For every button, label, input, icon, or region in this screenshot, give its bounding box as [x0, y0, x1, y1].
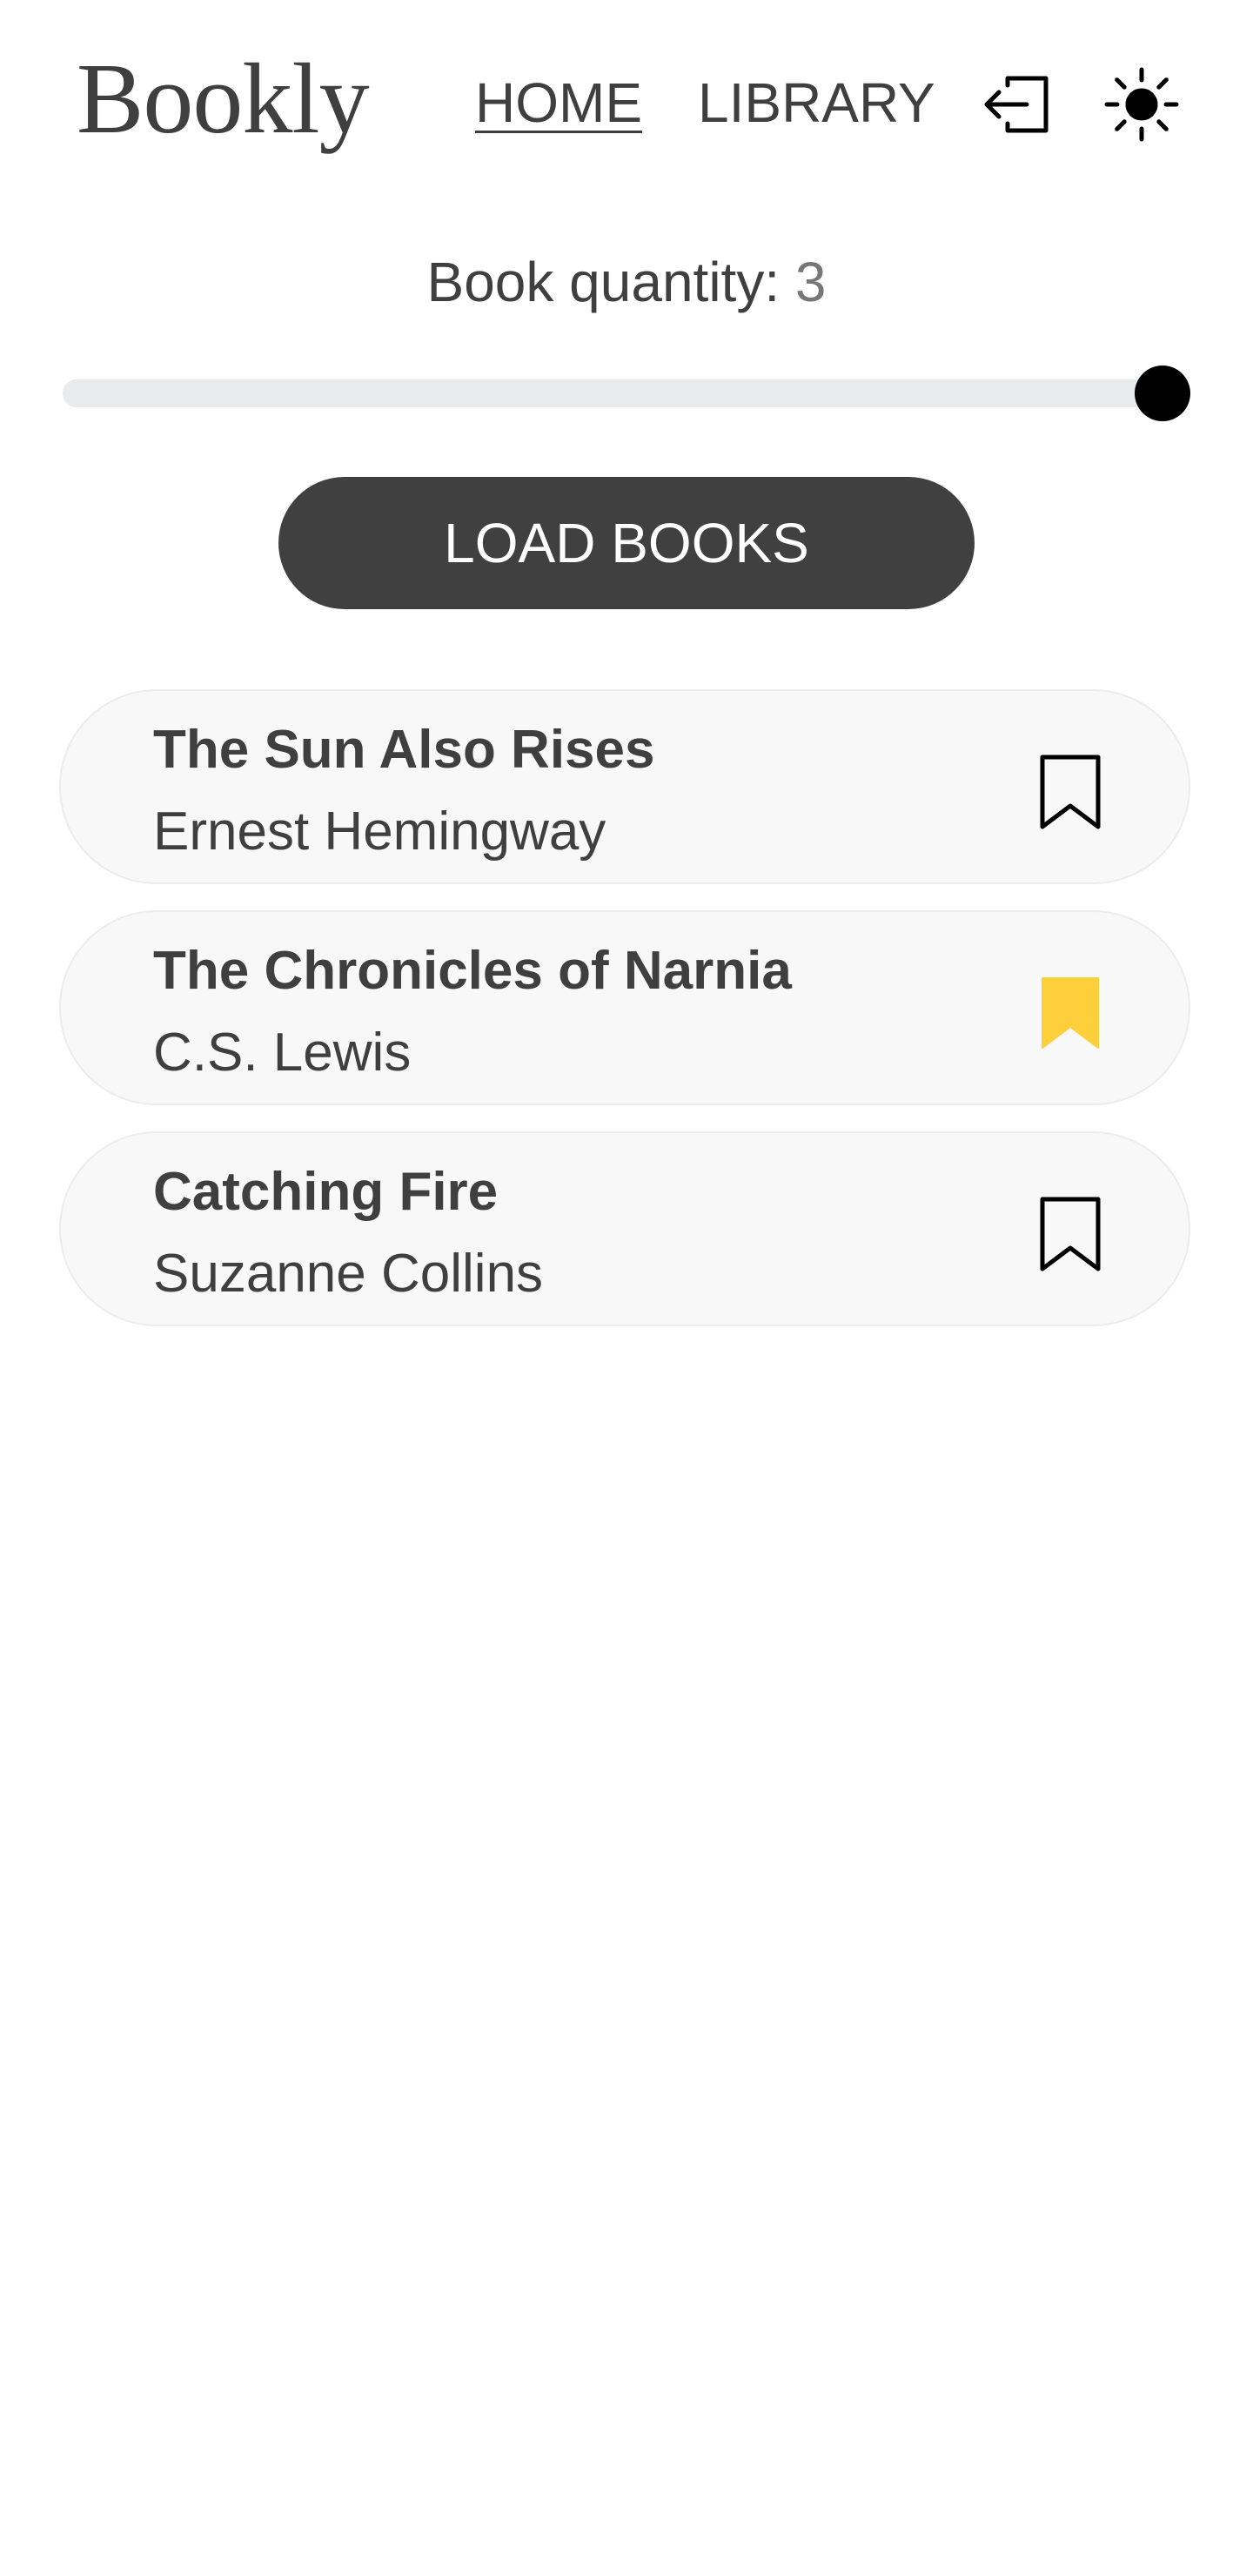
- app-logo[interactable]: Bookly: [77, 38, 370, 160]
- bookmark-button[interactable]: [1035, 754, 1105, 830]
- book-title: Catching Fire: [153, 1162, 499, 1222]
- book-quantity-slider[interactable]: [63, 352, 1190, 435]
- bookmark-icon: [1040, 755, 1101, 829]
- book-title: The Sun Also Rises: [153, 720, 655, 780]
- quantity-value: 3: [794, 251, 827, 313]
- nav-home-link[interactable]: HOME: [475, 68, 642, 138]
- book-author: C.S. Lewis: [153, 1023, 412, 1083]
- sun-icon: [1104, 67, 1179, 142]
- book-quantity-label: Book quantity: 3: [0, 247, 1253, 317]
- book-author: Ernest Hemingway: [153, 802, 606, 862]
- book-card[interactable]: The Sun Also Rises Ernest Hemingway: [59, 689, 1190, 884]
- book-card[interactable]: Catching Fire Suzanne Collins: [59, 1131, 1190, 1326]
- logout-button[interactable]: [978, 66, 1055, 143]
- bookmark-icon: [1042, 977, 1099, 1049]
- bookmark-button-active[interactable]: [1035, 975, 1105, 1051]
- load-books-button[interactable]: LOAD BOOKS: [278, 477, 975, 609]
- quantity-label-text: Book quantity:: [426, 251, 781, 313]
- bookmark-button[interactable]: [1035, 1196, 1105, 1272]
- slider-fill: [63, 379, 1163, 407]
- bookmark-icon: [1040, 1197, 1101, 1271]
- book-list: The Sun Also Rises Ernest Hemingway The …: [59, 689, 1194, 1352]
- slider-thumb[interactable]: [1135, 366, 1190, 421]
- nav-library-link[interactable]: LIBRARY: [698, 68, 935, 138]
- app-header: Bookly HOME LIBRARY: [0, 0, 1253, 209]
- logout-icon: [984, 76, 1049, 133]
- book-title: The Chronicles of Narnia: [153, 941, 792, 1001]
- book-card[interactable]: The Chronicles of Narnia C.S. Lewis: [59, 910, 1190, 1105]
- theme-toggle-button[interactable]: [1103, 66, 1180, 143]
- book-author: Suzanne Collins: [153, 1244, 544, 1304]
